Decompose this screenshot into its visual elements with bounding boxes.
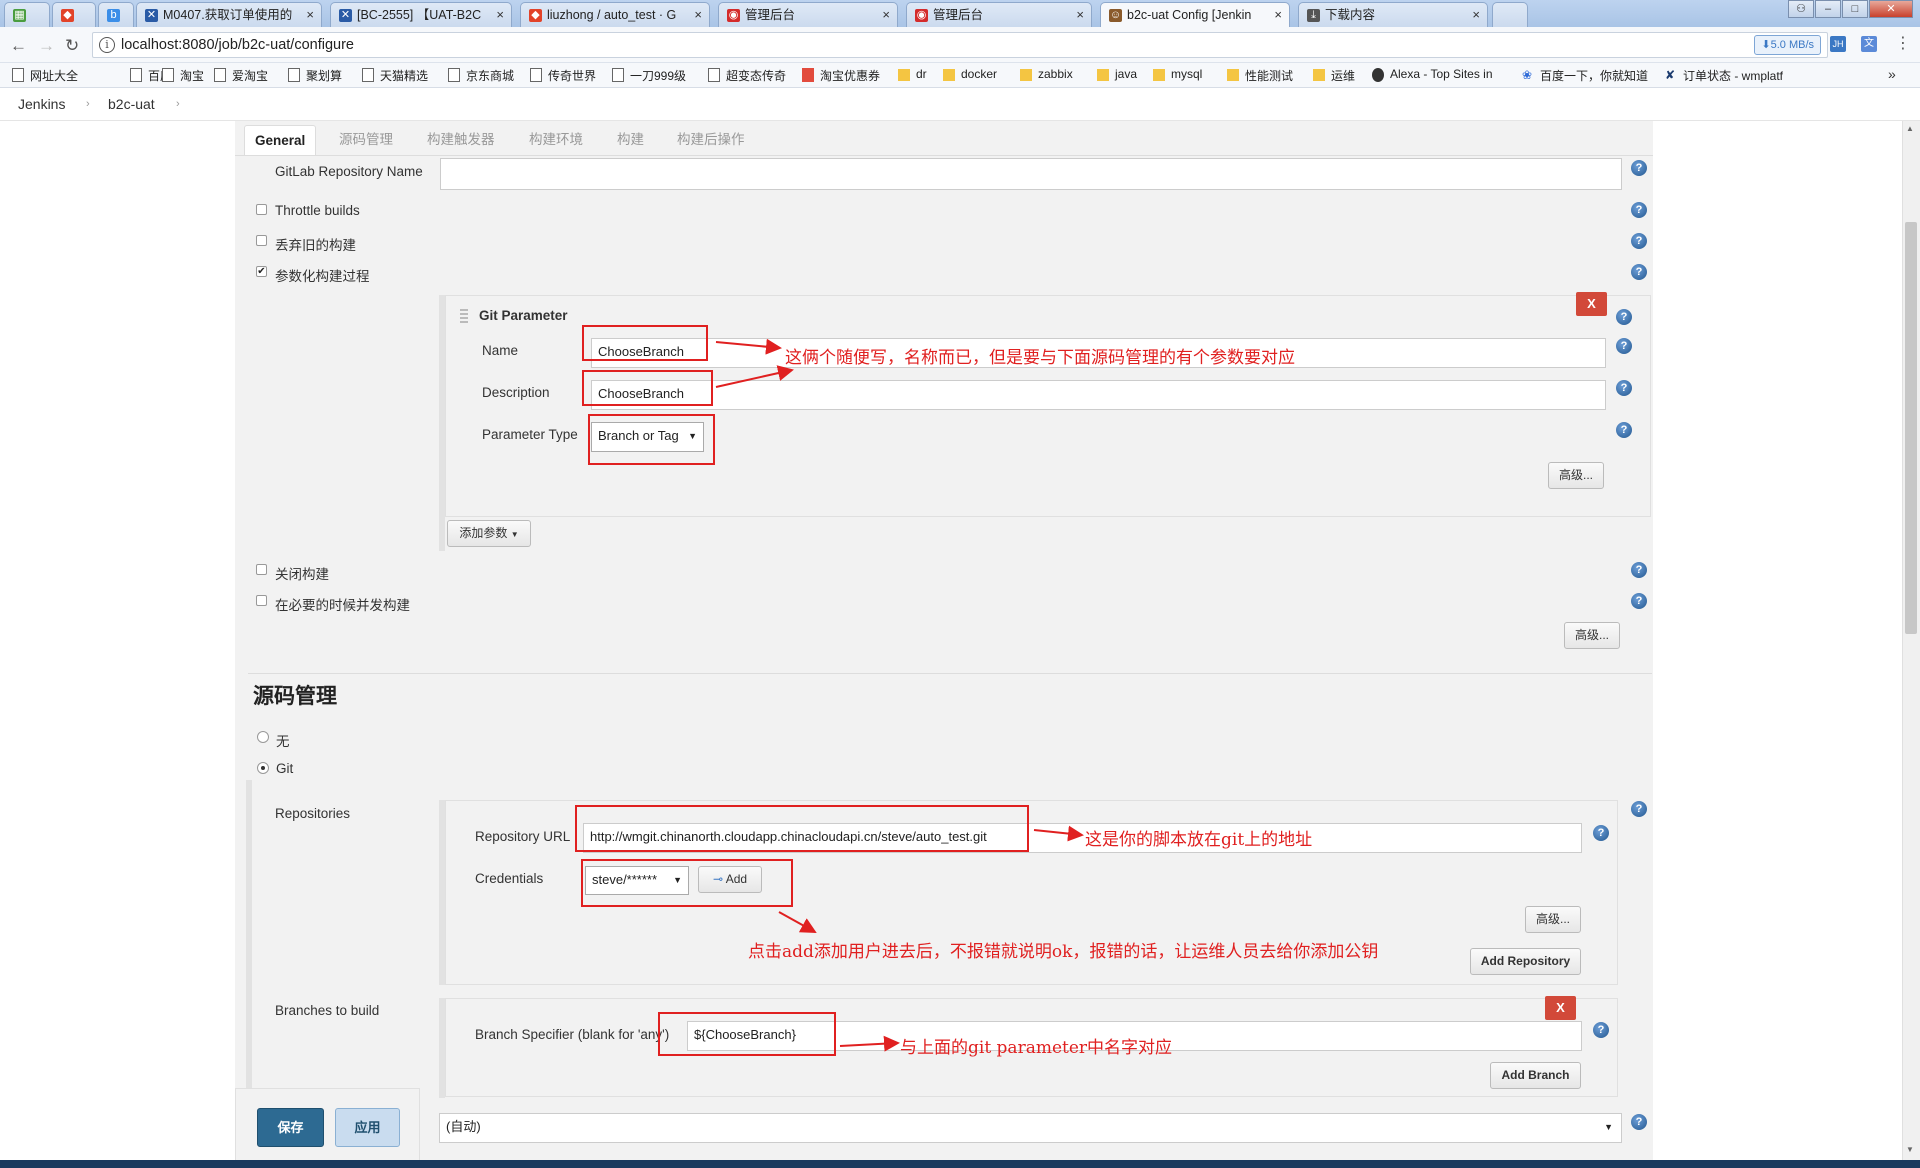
annotation-url-note: 这是你的脚本放在git上的地址	[1085, 830, 1313, 850]
annotation-branch-note: 与上面的git parameter中名字对应	[900, 1038, 1173, 1058]
os-taskbar	[0, 1160, 1920, 1168]
arrow-description	[715, 365, 794, 388]
annotation-arrows	[715, 338, 1084, 1052]
arrow-repo-url	[1033, 825, 1084, 842]
arrow-branch-spec	[839, 1035, 900, 1052]
arrow-credentials	[778, 911, 817, 933]
annotation-name-note: 这俩个随便写，名称而已，但是要与下面源码管理的有个参数要对应	[785, 348, 1295, 368]
annotation-credentials-note: 点击add添加用户进去后，不报错就说明ok，报错的话，让运维人员去给你添加公钥	[748, 942, 1379, 962]
arrow-name	[715, 338, 782, 355]
